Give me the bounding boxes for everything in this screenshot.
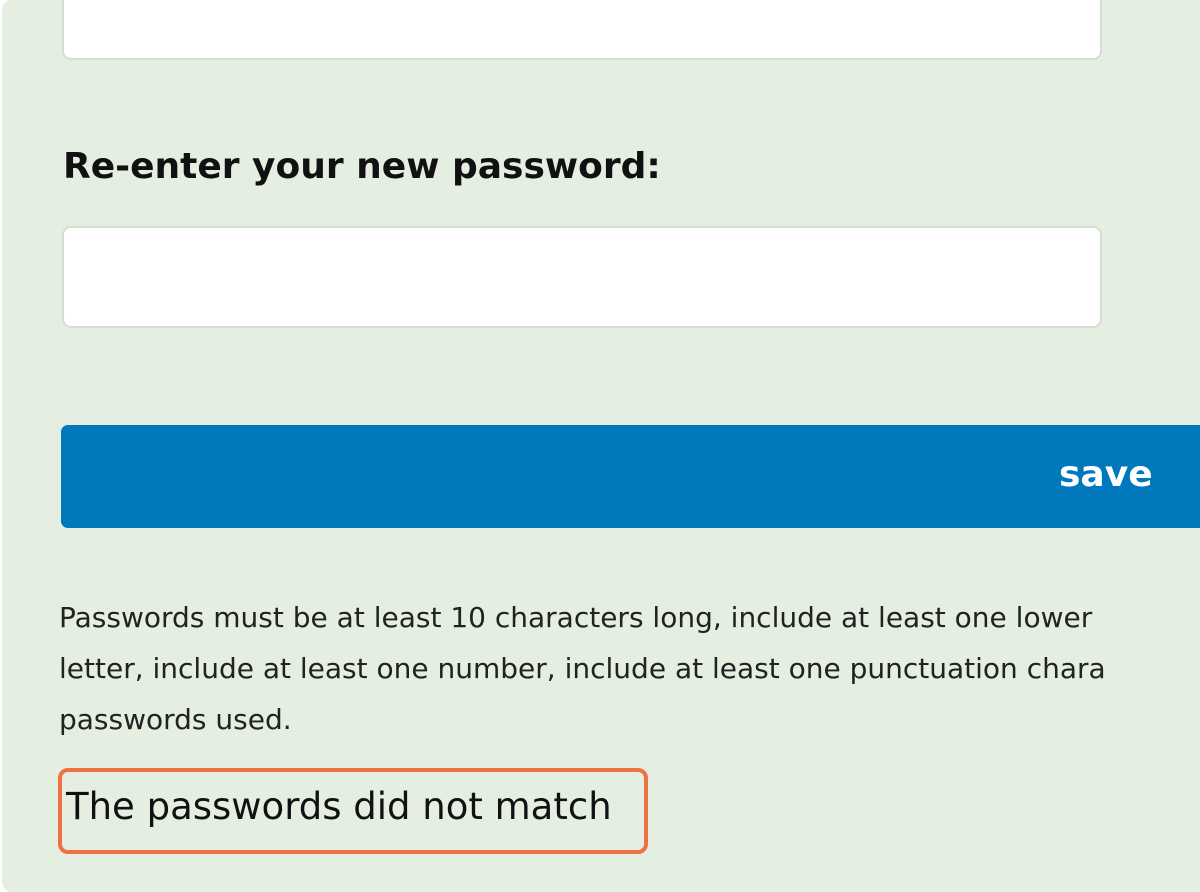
- password-requirements-line: Passwords must be at least 10 characters…: [59, 601, 1093, 634]
- password-requirements-line: passwords used.: [59, 703, 292, 736]
- reenter-password-label: Re-enter your new password:: [63, 146, 661, 187]
- password-mismatch-error: The passwords did not match: [66, 785, 612, 828]
- error-highlight-box: The passwords did not match: [58, 768, 648, 854]
- reenter-password-input[interactable]: [62, 226, 1102, 328]
- save-button[interactable]: save: [61, 425, 1200, 528]
- password-form-panel: Re-enter your new password: save Passwor…: [2, 0, 1200, 892]
- new-password-input[interactable]: [62, 0, 1102, 60]
- password-requirements-text: Passwords must be at least 10 characters…: [59, 592, 1200, 745]
- password-requirements-line: letter, include at least one number, inc…: [59, 652, 1106, 685]
